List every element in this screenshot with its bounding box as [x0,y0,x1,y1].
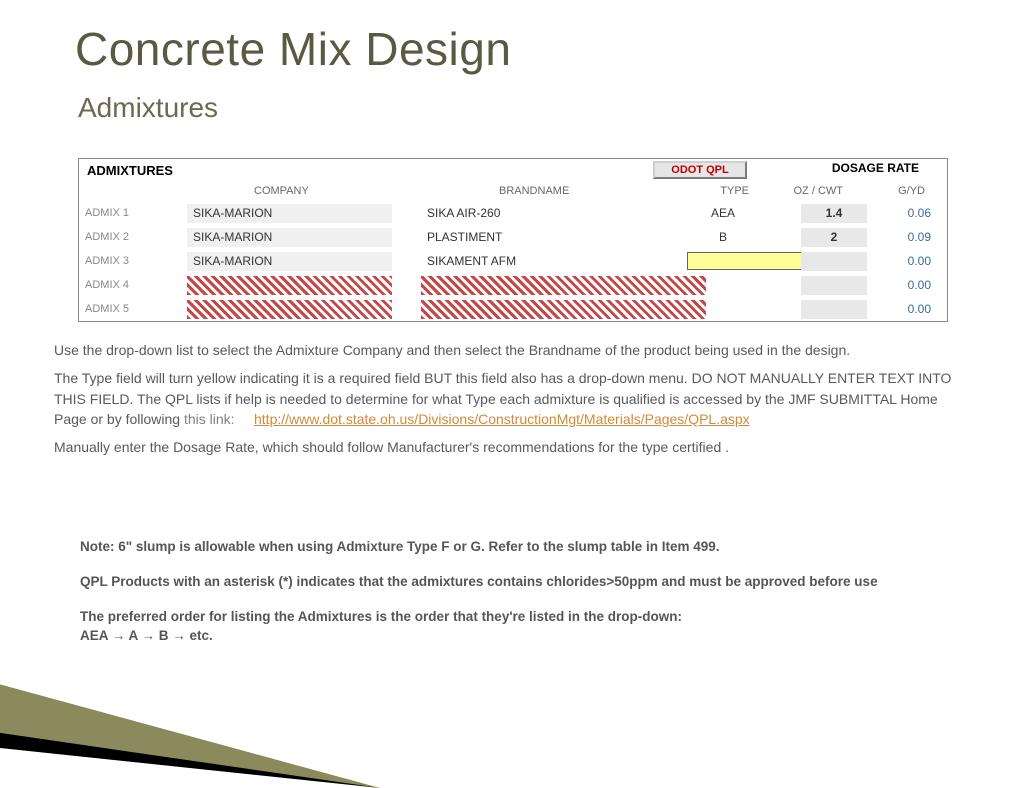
row-label: ADMIX 5 [79,303,183,315]
company-cell[interactable] [187,300,392,319]
brand-cell[interactable] [421,276,706,295]
col-gyd: G/YD [898,185,925,197]
gyd-cell: 0.00 [889,254,931,268]
type-cell[interactable]: AEA [663,206,783,220]
table-row: ADMIX 1 SIKA-MARION SIKA AIR-260 AEA 1.4… [79,201,947,225]
section-label: ADMIXTURES [79,163,187,178]
link-label: this link: [184,411,235,427]
notes-block: Note: 6" slump is allowable when using A… [80,538,950,662]
body-text: Use the drop-down list to select the Adm… [54,340,964,465]
paragraph: Use the drop-down list to select the Adm… [54,340,964,360]
note-text: The preferred order for listing the Admi… [80,608,950,646]
decorative-triangle [0,658,420,788]
table-row: ADMIX 2 SIKA-MARION PLASTIMENT B 2 0.09 [79,225,947,249]
row-label: ADMIX 1 [79,207,183,219]
company-cell[interactable]: SIKA-MARION [187,204,392,223]
paragraph: The Type field will turn yellow indicati… [54,368,964,429]
dosage-rate-header: DOSAGE RATE [832,161,919,175]
note-line: AEA → A → B → etc. [80,628,213,643]
col-brand: BRANDNAME [499,185,569,197]
type-cell[interactable]: B [663,230,783,244]
table-row: ADMIX 5 0.00 [79,297,947,321]
gyd-cell: 0.00 [889,302,931,316]
table-row: ADMIX 3 SIKA-MARION SIKAMENT AFM ▼ 0.00 [79,249,947,273]
oz-cell[interactable]: 1.4 [801,204,867,223]
oz-cell[interactable] [801,276,867,295]
col-company: COMPANY [254,185,309,197]
table-row: ADMIX 4 0.00 [79,273,947,297]
paragraph: Manually enter the Dosage Rate, which sh… [54,437,964,457]
row-label: ADMIX 2 [79,231,183,243]
company-cell[interactable] [187,276,392,295]
brand-cell[interactable]: SIKAMENT AFM [421,252,706,271]
odot-qpl-button[interactable]: ODOT QPL [653,161,747,179]
col-type: TYPE [720,185,749,197]
note-text: Note: 6" slump is allowable when using A… [80,538,950,557]
gyd-cell: 0.09 [889,230,931,244]
oz-cell[interactable] [801,252,867,271]
oz-cell[interactable]: 2 [801,228,867,247]
note-text: QPL Products with an asterisk (*) indica… [80,573,950,592]
admixtures-panel: ADMIXTURES ODOT QPL DOSAGE RATE COMPANY … [78,158,948,322]
brand-cell[interactable] [421,300,706,319]
note-line: The preferred order for listing the Admi… [80,609,682,624]
page-title: Concrete Mix Design [75,22,511,76]
company-cell[interactable]: SIKA-MARION [187,228,392,247]
qpl-link[interactable]: http://www.dot.state.oh.us/Divisions/Con… [254,411,750,427]
row-label: ADMIX 4 [79,279,183,291]
page-subtitle: Admixtures [78,92,218,124]
gyd-cell: 0.00 [889,278,931,292]
company-cell[interactable]: SIKA-MARION [187,252,392,271]
type-dropdown-field[interactable] [687,252,807,270]
col-oz: OZ / CWT [794,185,844,197]
row-label: ADMIX 3 [79,255,183,267]
oz-cell[interactable] [801,300,867,319]
gyd-cell: 0.06 [889,206,931,220]
